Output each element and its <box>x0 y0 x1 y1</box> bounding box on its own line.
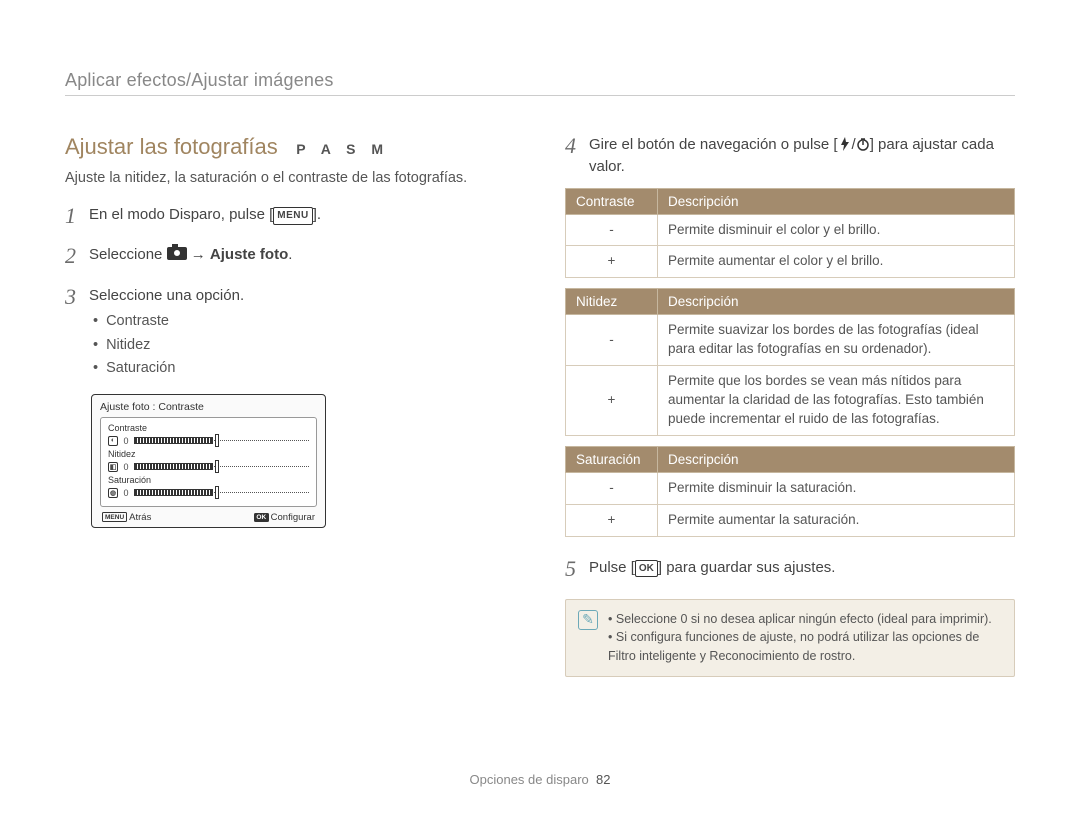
td-desc: Permite disminuir la saturación. <box>658 472 1015 504</box>
preview-value: 0 <box>122 436 130 446</box>
left-column: Ajustar las fotografías P A S M Ajuste l… <box>65 134 525 677</box>
th-param: Saturación <box>566 446 658 472</box>
step-2-text-pre: Seleccione <box>89 246 167 263</box>
th-param: Contraste <box>566 188 658 214</box>
sharpness-icon: ◧ <box>108 462 118 472</box>
step-5-post: ] para guardar sus ajustes. <box>658 559 836 576</box>
td-desc: Permite aumentar la saturación. <box>658 504 1015 536</box>
section-title: Ajustar las fotografías <box>65 134 278 159</box>
step-1-text-pre: En el modo Disparo, pulse [ <box>89 206 273 223</box>
flash-icon <box>838 137 852 151</box>
ok-icon: OK <box>254 513 269 522</box>
preview-title: Ajuste foto : Contraste <box>100 401 317 413</box>
step-number: 3 <box>65 285 89 380</box>
step-number: 4 <box>565 134 589 178</box>
page-footer: Opciones de disparo 82 <box>0 772 1080 787</box>
preview-slider <box>134 462 309 471</box>
menu-icon: MENU <box>273 207 312 225</box>
note-item: Seleccione 0 si no desea aplicar ningún … <box>608 610 1002 629</box>
step-number: 5 <box>565 557 589 581</box>
table-nitidez: NitidezDescripción -Permite suavizar los… <box>565 288 1015 435</box>
td-sym: - <box>566 214 658 246</box>
preview-slider <box>134 488 309 497</box>
step-5-pre: Pulse [ <box>589 559 635 576</box>
step-4-pre: Gire el botón de navegación o pulse [ <box>589 136 838 153</box>
td-desc: Permite disminuir el color y el brillo. <box>658 214 1015 246</box>
td-desc: Permite que los bordes se vean más nítid… <box>658 366 1015 436</box>
preview-value: 0 <box>122 462 130 472</box>
step-1: 1 En el modo Disparo, pulse [MENU]. <box>65 204 525 228</box>
bullet-item: Saturación <box>93 357 525 380</box>
th-desc: Descripción <box>658 289 1015 315</box>
contrast-icon: ◐ <box>108 436 118 446</box>
menu-icon: MENU <box>102 512 127 522</box>
breadcrumb: Aplicar efectos/Ajustar imágenes <box>65 70 1015 96</box>
step-3-text: Seleccione una opción. <box>89 287 244 304</box>
camera-preview: Ajuste foto : Contraste Contraste ◐ 0 Ni… <box>91 394 326 528</box>
step-number: 1 <box>65 204 89 228</box>
step-5: 5 Pulse [OK] para guardar sus ajustes. <box>565 557 1015 581</box>
th-desc: Descripción <box>658 188 1015 214</box>
preview-back: MENUAtrás <box>102 512 151 523</box>
td-desc: Permite suavizar los bordes de las fotog… <box>658 315 1015 366</box>
td-sym: - <box>566 315 658 366</box>
step-2-end: . <box>288 246 292 263</box>
preview-row-label: Saturación <box>108 475 309 485</box>
note-icon: ✎ <box>578 610 598 630</box>
footer-label: Opciones de disparo <box>470 772 589 787</box>
saturation-icon: ◍ <box>108 488 118 498</box>
timer-icon <box>856 137 870 151</box>
step-2: 2 Seleccione → Ajuste foto. <box>65 244 525 268</box>
step-2-bold: Ajuste foto <box>210 246 288 263</box>
th-param: Nitidez <box>566 289 658 315</box>
camera-icon <box>167 247 187 260</box>
note-item: Si configura funciones de ajuste, no pod… <box>608 628 1002 666</box>
preview-value: 0 <box>122 488 130 498</box>
step-1-text-post: ]. <box>313 206 321 223</box>
intro-text: Ajuste la nitidez, la saturación o el co… <box>65 168 525 188</box>
note-box: ✎ Seleccione 0 si no desea aplicar ningú… <box>565 599 1015 677</box>
td-sym: + <box>566 504 658 536</box>
bullet-item: Nitidez <box>93 334 525 357</box>
mode-badges: P A S M <box>296 141 389 157</box>
bullet-item: Contraste <box>93 310 525 333</box>
td-desc: Permite aumentar el color y el brillo. <box>658 246 1015 278</box>
td-sym: + <box>566 246 658 278</box>
step-number: 2 <box>65 244 89 268</box>
preview-set: OKConfigurar <box>254 512 315 523</box>
th-desc: Descripción <box>658 446 1015 472</box>
td-sym: + <box>566 366 658 436</box>
preview-row-label: Contraste <box>108 423 309 433</box>
page-number: 82 <box>596 772 610 787</box>
step-3: 3 Seleccione una opción. Contraste Nitid… <box>65 285 525 380</box>
ok-icon: OK <box>635 560 658 578</box>
table-contraste: ContrasteDescripción -Permite disminuir … <box>565 188 1015 279</box>
td-sym: - <box>566 472 658 504</box>
preview-row-label: Nitidez <box>108 449 309 459</box>
step-4: 4 Gire el botón de navegación o pulse [/… <box>565 134 1015 178</box>
right-column: 4 Gire el botón de navegación o pulse [/… <box>565 134 1015 677</box>
table-saturacion: SaturaciónDescripción -Permite disminuir… <box>565 446 1015 537</box>
preview-slider <box>134 436 309 445</box>
arrow-text: → <box>187 246 210 263</box>
